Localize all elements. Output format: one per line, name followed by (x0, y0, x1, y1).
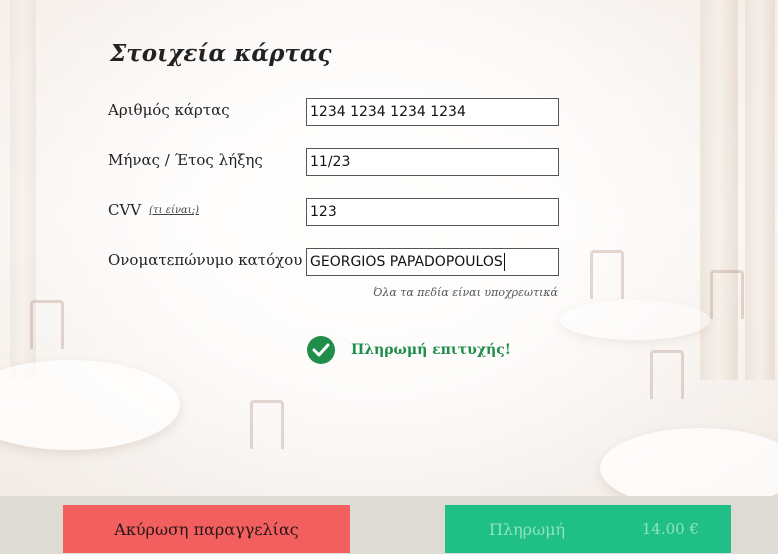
pay-label: Πληρωμή (489, 519, 566, 539)
expiry-label: Μήνας / Έτος λήξης (108, 151, 263, 169)
form-title: Στοιχεία κάρτας (110, 40, 332, 67)
card-number-label: Αριθμός κάρτας (108, 101, 230, 119)
cardholder-value: GEORGIOS PAPADOPOULOS (310, 254, 503, 270)
expiry-input[interactable]: 11/23 (306, 148, 559, 176)
required-note: Όλα τα πεδία είναι υποχρεωτικά (373, 286, 558, 299)
cvv-label: CVV (108, 201, 142, 219)
cvv-value: 123 (310, 204, 337, 220)
text-caret (503, 253, 505, 271)
expiry-value: 11/23 (310, 154, 351, 170)
card-number-value: 1234 1234 1234 1234 (310, 104, 466, 120)
cvv-input[interactable]: 123 (306, 198, 559, 226)
check-circle-icon (307, 336, 335, 364)
cardholder-label: Ονοματεπώνυμο κατόχου (108, 251, 303, 269)
cardholder-input[interactable]: GEORGIOS PAPADOPOULOS (306, 248, 559, 276)
status-message: Πληρωμή επιτυχής! (351, 342, 511, 358)
cancel-order-label: Ακύρωση παραγγελίας (114, 519, 299, 539)
card-number-input[interactable]: 1234 1234 1234 1234 (306, 98, 559, 126)
cvv-help-link[interactable]: (τι είναι;) (149, 205, 199, 216)
cancel-order-button[interactable]: Ακύρωση παραγγελίας (63, 505, 350, 553)
payment-status: Πληρωμή επιτυχής! (307, 336, 511, 364)
pay-button[interactable]: Πληρωμή 14.00 € (445, 505, 731, 553)
cvv-label-row: CVV (τι είναι;) (108, 201, 199, 219)
pay-amount: 14.00 € (641, 520, 699, 538)
payment-form: Στοιχεία κάρτας Αριθμός κάρτας 1234 1234… (0, 0, 778, 554)
